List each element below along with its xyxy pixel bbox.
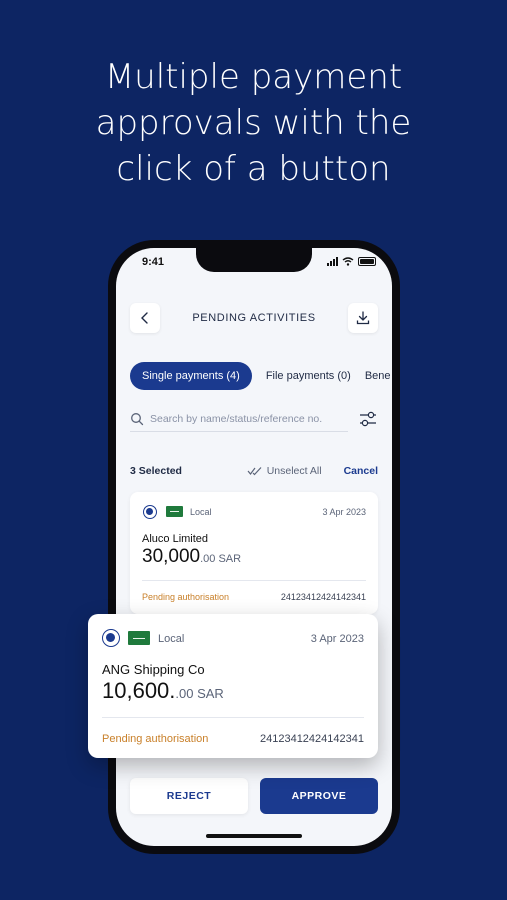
card-divider — [102, 717, 364, 718]
promo-headline: Multiple payment approvals with the clic… — [0, 54, 507, 192]
payment-amount: 10,600..00 SAR — [102, 678, 224, 704]
payment-tabs: Single payments (4) File payments (0) Be… — [130, 362, 391, 390]
selected-radio[interactable] — [143, 505, 157, 519]
flag-icon — [166, 506, 183, 517]
home-indicator — [206, 834, 302, 838]
approve-button[interactable]: APPROVE — [260, 778, 378, 814]
payment-card-highlighted[interactable]: Local 3 Apr 2023 ANG Shipping Co 10,600.… — [88, 614, 378, 758]
amount-whole: 10,600. — [102, 678, 176, 703]
selected-radio[interactable] — [102, 629, 120, 647]
tab-beneficiaries[interactable]: Bene — [365, 370, 391, 382]
tab-single-payments[interactable]: Single payments (4) — [130, 362, 252, 390]
wifi-icon — [342, 257, 354, 266]
headline-line-2: approvals with the — [95, 103, 412, 143]
amount-whole: 30,000 — [142, 546, 201, 567]
card-divider — [142, 580, 366, 581]
status-time: 9:41 — [142, 256, 165, 268]
battery-icon — [358, 257, 376, 266]
amount-decimal: .00 SAR — [175, 686, 224, 701]
cancel-button[interactable]: Cancel — [344, 465, 378, 477]
action-bar: REJECT APPROVE — [130, 778, 378, 814]
selected-count: 3 Selected — [130, 465, 182, 477]
payee-name: Aluco Limited — [142, 533, 209, 545]
search-bar — [130, 406, 348, 432]
status-badge: Pending authorisation — [142, 592, 230, 602]
payment-amount: 30,000.00 SAR — [142, 546, 241, 568]
reference-number: 24123412424142341 — [280, 592, 366, 602]
unselect-all-button[interactable]: Unselect All — [247, 465, 322, 477]
download-icon — [356, 311, 370, 325]
search-icon — [131, 412, 144, 425]
payee-name: ANG Shipping Co — [102, 662, 205, 677]
status-badge: Pending authorisation — [102, 733, 209, 745]
headline-line-1: Multiple payment — [104, 57, 403, 97]
double-check-icon — [247, 467, 262, 476]
amount-decimal: .00 SAR — [200, 553, 242, 565]
payment-type: Local — [190, 507, 212, 517]
reference-number: 24123412424142341 — [259, 733, 364, 745]
unselect-all-label: Unselect All — [266, 465, 322, 477]
search-input[interactable] — [150, 412, 345, 425]
download-button[interactable] — [348, 303, 378, 333]
payment-date: 3 Apr 2023 — [322, 507, 366, 517]
filter-icon[interactable] — [358, 409, 378, 429]
payment-date: 3 Apr 2023 — [310, 633, 364, 645]
reject-button[interactable]: REJECT — [130, 778, 248, 814]
status-icons — [327, 257, 376, 266]
tab-file-payments[interactable]: File payments (0) — [266, 370, 351, 382]
phone-notch — [196, 248, 312, 272]
payment-card[interactable]: Local 3 Apr 2023 Aluco Limited 30,000.00… — [130, 492, 378, 614]
flag-icon — [128, 631, 150, 645]
headline-line-3: click of a button — [116, 149, 391, 189]
payment-type: Local — [158, 633, 185, 645]
cellular-signal-icon — [327, 257, 338, 266]
phone-frame: 9:41 PENDING ACTIVITIES Single payments … — [108, 240, 400, 854]
selection-bar: 3 Selected Unselect All Cancel — [130, 465, 378, 477]
